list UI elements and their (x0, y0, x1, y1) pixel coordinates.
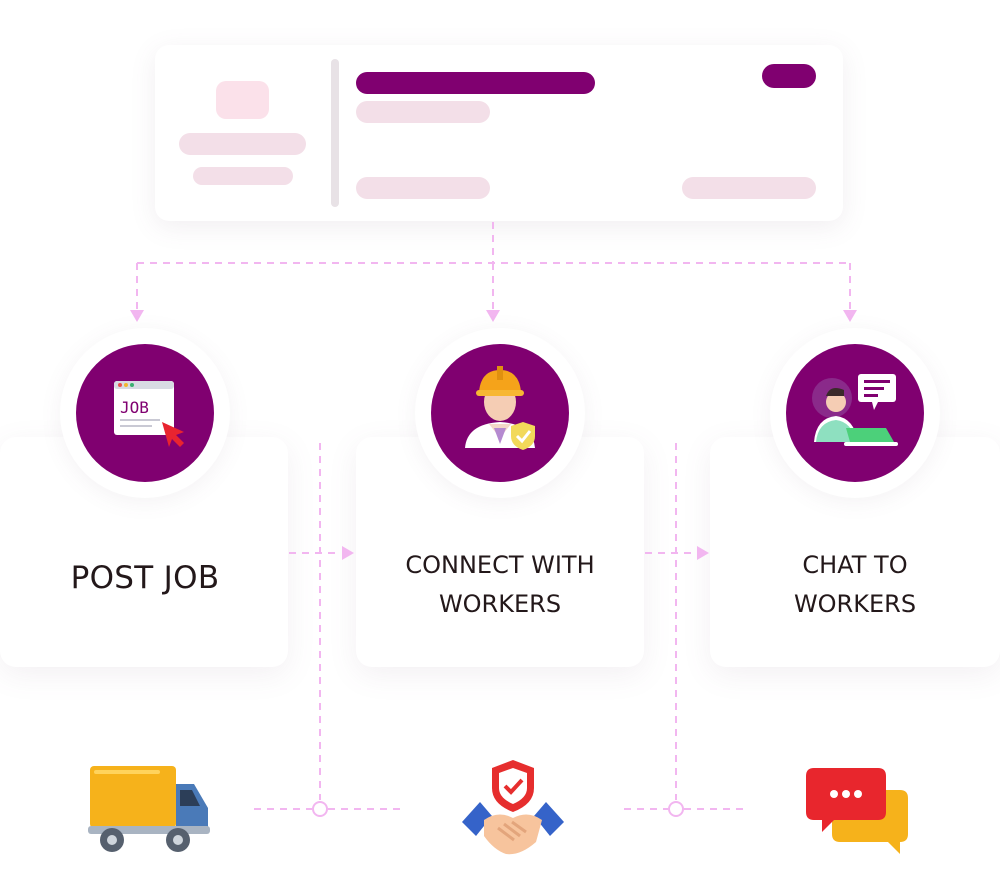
step-label-line: WORKERS (438, 590, 562, 618)
step-label-line: CONNECT WITH (405, 551, 595, 579)
step-label-post-job: POST JOB (0, 560, 290, 596)
chat-worker-laptop-icon (812, 374, 898, 446)
step-label-line: WORKERS (793, 590, 917, 618)
chat-bubbles-icon (806, 768, 908, 854)
job-icon-text: JOB (120, 398, 149, 417)
step-label-chat: CHAT TO WORKERS (710, 546, 1000, 624)
step-label-connect: CONNECT WITH WORKERS (356, 546, 644, 624)
step-icon-connect (431, 344, 569, 482)
job-post-icon: JOB (114, 381, 184, 447)
step-label-line: POST JOB (70, 560, 220, 596)
step-icon-chat (786, 344, 924, 482)
delivery-truck-icon (88, 766, 210, 852)
handshake-shield-icon (462, 760, 564, 855)
step-label-line: CHAT TO (802, 551, 908, 579)
step-icon-post-job: JOB (76, 344, 214, 482)
worker-helmet-icon (465, 366, 535, 450)
